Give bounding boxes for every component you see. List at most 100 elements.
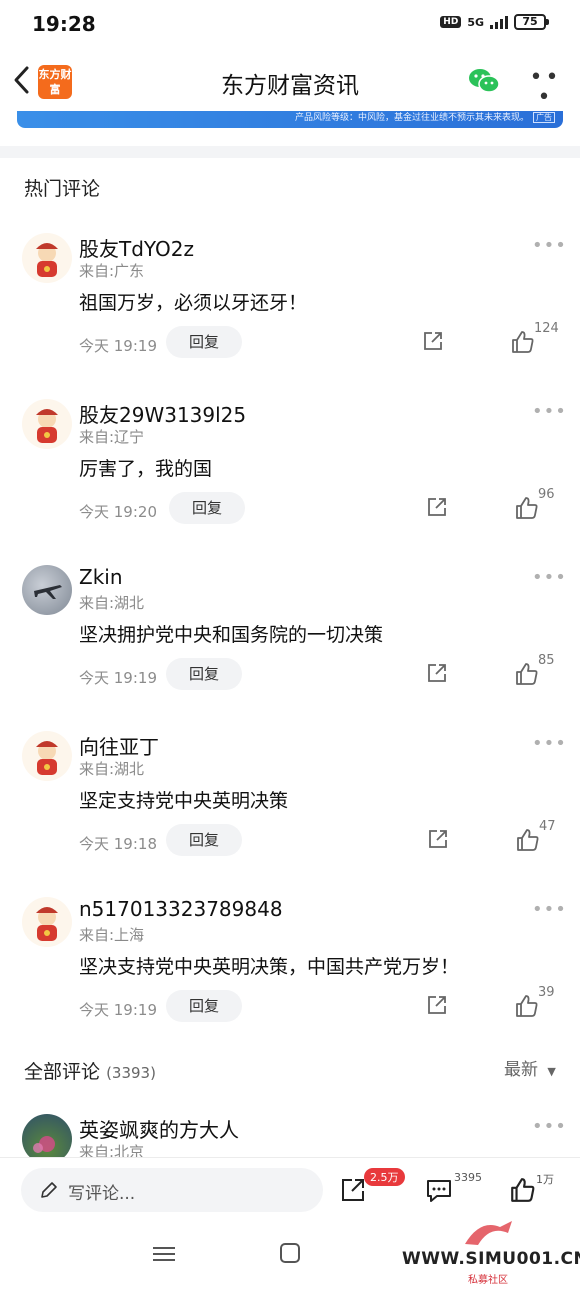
share-icon bbox=[429, 830, 447, 848]
like-count: 39 bbox=[538, 985, 555, 1000]
comment-more-icon[interactable]: ••• bbox=[532, 235, 567, 256]
share-icon bbox=[424, 332, 442, 350]
reply-button[interactable]: 回复 bbox=[166, 326, 242, 358]
like-button[interactable] bbox=[514, 661, 540, 687]
thumbs-up-icon bbox=[516, 995, 538, 1017]
comment-time: 今天 19:19 bbox=[79, 669, 157, 687]
avatar[interactable] bbox=[22, 233, 72, 283]
comment-item: n517013323789848 来自:上海 ••• 坚决支持党中央英明决策，中… bbox=[0, 897, 580, 1047]
comment-item: 股友29W3139l25 来自:辽宁 ••• 厉害了，我的国 今天 19:20 … bbox=[0, 399, 580, 549]
app-logo: 东方财富 bbox=[38, 65, 72, 99]
comments-button[interactable] bbox=[425, 1176, 453, 1204]
comment-more-icon[interactable]: ••• bbox=[532, 1116, 567, 1137]
comment-location: 来自:上海 bbox=[79, 926, 145, 944]
back-button[interactable] bbox=[10, 64, 34, 96]
share-icon bbox=[428, 498, 446, 516]
status-icons: HD 5G 75 bbox=[440, 14, 549, 30]
wechat-icon bbox=[469, 69, 500, 93]
avatar[interactable] bbox=[22, 731, 72, 781]
share-icon bbox=[428, 996, 446, 1014]
app-header: 东方财富 东方财富资讯 • • • bbox=[0, 50, 580, 112]
watermark-logo-icon bbox=[465, 1221, 512, 1245]
airplane-avatar-icon bbox=[34, 585, 62, 599]
comment-more-icon[interactable]: ••• bbox=[532, 899, 567, 920]
reply-button[interactable]: 回复 bbox=[166, 658, 242, 690]
avatar[interactable] bbox=[22, 897, 72, 947]
reply-button[interactable]: 回复 bbox=[169, 492, 245, 524]
comment-author[interactable]: 股友29W3139l25 bbox=[79, 399, 246, 428]
reply-button[interactable]: 回复 bbox=[166, 824, 242, 856]
comment-location: 来自:北京 bbox=[79, 1143, 145, 1157]
share-button[interactable] bbox=[425, 661, 449, 685]
like-button[interactable] bbox=[510, 329, 536, 355]
share-button[interactable] bbox=[425, 993, 449, 1017]
landscape-avatar-icon bbox=[33, 1136, 55, 1153]
comment-item: 英姿飒爽的方大人 来自:北京 ••• bbox=[0, 1114, 580, 1157]
hot-comments-title: 热门评论 bbox=[24, 178, 101, 200]
comment-more-icon[interactable]: ••• bbox=[532, 401, 567, 422]
share-icon bbox=[342, 1179, 364, 1201]
comment-item: 股友TdYO2z 来自:广东 ••• 祖国万岁，必须以牙还牙！ 今天 19:19… bbox=[0, 233, 580, 383]
avatar[interactable] bbox=[22, 565, 72, 615]
ad-banner[interactable]: 产品风险等级：中风险，基金过往业绩不预示其未来表现。 广告 bbox=[17, 111, 563, 128]
comment-time: 今天 19:19 bbox=[79, 1001, 157, 1019]
share-button[interactable] bbox=[426, 827, 450, 851]
recent-apps-button[interactable] bbox=[153, 1243, 175, 1263]
like-count: 124 bbox=[534, 321, 559, 336]
thumbs-up-icon bbox=[511, 1178, 535, 1202]
comment-location: 来自:辽宁 bbox=[79, 428, 145, 446]
share-button[interactable] bbox=[425, 495, 449, 519]
comment-location: 来自:广东 bbox=[79, 262, 145, 280]
comment-author[interactable]: 股友TdYO2z bbox=[79, 233, 194, 262]
signal-icon bbox=[490, 15, 508, 29]
like-button[interactable] bbox=[514, 495, 540, 521]
write-comment-input[interactable]: 写评论... bbox=[21, 1168, 323, 1212]
avatar[interactable] bbox=[22, 399, 72, 449]
like-button[interactable] bbox=[515, 827, 541, 853]
more-options-button[interactable]: • • • bbox=[526, 67, 560, 109]
comment-location: 来自:湖北 bbox=[79, 594, 145, 612]
like-button[interactable] bbox=[514, 993, 540, 1019]
write-comment-placeholder: 写评论... bbox=[68, 1184, 136, 1204]
share-button[interactable] bbox=[421, 329, 445, 353]
network-label: 5G bbox=[467, 15, 484, 29]
watermark-subtext: 私募社区 bbox=[468, 1275, 508, 1286]
comment-time: 今天 19:18 bbox=[79, 835, 157, 853]
pencil-icon bbox=[41, 1182, 57, 1198]
comment-text: 祖国万岁，必须以牙还牙！ bbox=[79, 292, 308, 314]
caret-down-icon: ▼ bbox=[547, 1065, 556, 1078]
comment-text: 坚决拥护党中央和国务院的一切决策 bbox=[79, 624, 384, 646]
home-button[interactable] bbox=[280, 1243, 300, 1263]
like-count: 96 bbox=[538, 487, 555, 502]
comment-author[interactable]: n517013323789848 bbox=[79, 897, 283, 921]
comment-text: 坚决支持党中央英明决策，中国共产党万岁！ bbox=[79, 956, 460, 978]
avatar[interactable] bbox=[22, 1114, 72, 1157]
comment-author[interactable]: 英姿飒爽的方大人 bbox=[79, 1114, 239, 1143]
comment-more-icon[interactable]: ••• bbox=[532, 733, 567, 754]
comment-time: 今天 19:20 bbox=[79, 503, 157, 521]
reply-button[interactable]: 回复 bbox=[166, 990, 242, 1022]
status-bar: 19:28 HD 5G 75 bbox=[0, 0, 580, 50]
caishen-avatar-icon bbox=[36, 409, 58, 443]
comment-time: 今天 19:19 bbox=[79, 337, 157, 355]
share-count-badge: 2.5万 bbox=[364, 1168, 405, 1186]
like-article-button[interactable] bbox=[509, 1176, 537, 1204]
ad-tag: 广告 bbox=[533, 112, 555, 123]
thumbs-up-icon bbox=[512, 331, 534, 353]
comment-location: 来自:湖北 bbox=[79, 760, 145, 778]
all-comments-header: 全部评论 (3393) 最新 ▼ bbox=[0, 1053, 580, 1083]
thumbs-up-icon bbox=[517, 829, 539, 851]
comment-author[interactable]: Zkin bbox=[79, 565, 123, 589]
share-article-button[interactable] bbox=[339, 1176, 367, 1204]
caishen-avatar-icon bbox=[36, 741, 58, 775]
comment-more-icon[interactable]: ••• bbox=[532, 567, 567, 588]
sort-dropdown[interactable]: 最新 ▼ bbox=[504, 1055, 556, 1080]
status-time: 19:28 bbox=[32, 12, 96, 36]
comment-author[interactable]: 向往亚丁 bbox=[79, 731, 159, 760]
more-dots-icon: • • • bbox=[529, 65, 559, 110]
like-count: 47 bbox=[539, 819, 556, 834]
caishen-avatar-icon bbox=[36, 243, 58, 277]
hd-icon: HD bbox=[440, 16, 462, 28]
wechat-share-button[interactable] bbox=[466, 66, 502, 96]
share-icon bbox=[428, 664, 446, 682]
